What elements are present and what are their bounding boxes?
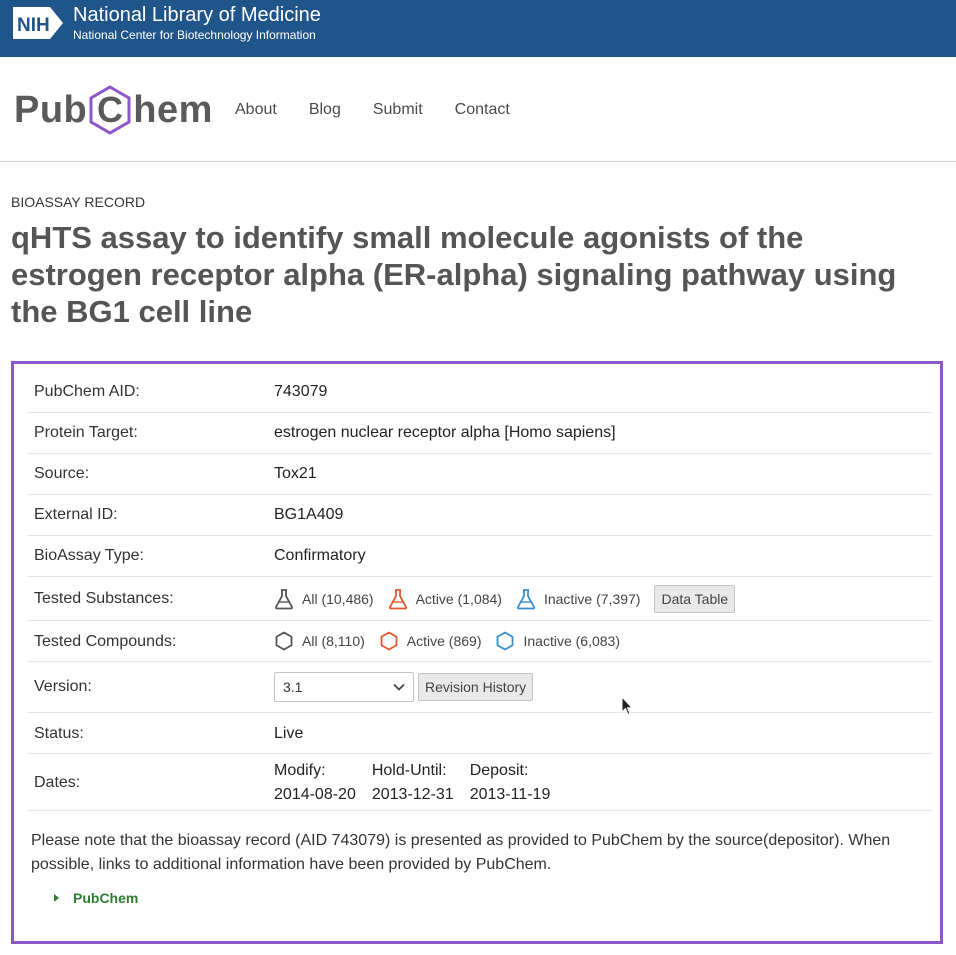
row-aid: PubChem AID: 743079 — [27, 372, 933, 413]
row-tested-substances: Tested Substances: All (10,486) Active (… — [27, 577, 933, 621]
date-deposit: Deposit: 2013-11-19 — [470, 759, 551, 807]
caret-right-icon — [54, 894, 59, 902]
nav-contact-link[interactable]: Contact — [455, 100, 510, 120]
row-bioassay-type: BioAssay Type: Confirmatory — [27, 536, 933, 577]
nav-blog-link[interactable]: Blog — [309, 100, 341, 120]
compounds-active-label: Active (869) — [406, 633, 482, 649]
row-status: Status: Live — [27, 713, 933, 754]
external-id-label: External ID: — [34, 506, 118, 523]
external-id-value: BG1A409 — [274, 506, 344, 523]
hexagon-active-icon — [380, 631, 398, 651]
hold-until-value: 2013-12-31 — [371, 786, 454, 803]
tested-substances-values: All (10,486) Active (1,084) Inactive (7,… — [274, 585, 736, 613]
pubchem-logo[interactable]: Pub C hem — [14, 83, 213, 137]
dates-label: Dates: — [34, 774, 81, 791]
tested-substances-label: Tested Substances: — [34, 590, 174, 607]
record-note: Please note that the bioassay record (AI… — [31, 832, 891, 873]
row-dates: Dates: Modify: 2014-08-20 Hold-Until: 20… — [27, 754, 933, 811]
main-nav: About Blog Submit Contact — [235, 100, 510, 120]
hold-until-label: Hold-Until: — [371, 762, 447, 779]
bioassay-type-value: Confirmatory — [274, 547, 366, 564]
version-selected: 3.1 — [283, 679, 303, 695]
hexagon-icon — [275, 631, 293, 651]
target-label: Protein Target: — [34, 424, 138, 441]
flask-inactive-icon — [516, 589, 535, 610]
row-protein-target: Protein Target: estrogen nuclear recepto… — [27, 413, 933, 454]
nih-logo-icon[interactable]: NIH — [12, 6, 64, 40]
date-hold-until: Hold-Until: 2013-12-31 — [372, 759, 454, 807]
summary-box: PubChem AID: 743079 Protein Target: estr… — [11, 361, 943, 944]
version-controls: 3.1 Revision History — [274, 672, 534, 702]
substances-all[interactable]: All (10,486) — [274, 588, 374, 610]
target-link[interactable]: estrogen nuclear receptor alpha [Homo sa… — [274, 424, 616, 442]
bioassay-type-label: BioAssay Type: — [34, 547, 144, 564]
status-label: Status: — [34, 725, 84, 742]
aid-label: PubChem AID: — [34, 383, 140, 400]
version-label: Version: — [34, 678, 92, 695]
aid-value: 743079 — [274, 383, 328, 400]
deposit-label: Deposit: — [469, 762, 529, 779]
nih-header: NIH National Library of Medicine Nationa… — [0, 0, 956, 57]
tested-compounds-values: All (8,110) Active (869) Inactive (6,083… — [274, 631, 634, 651]
substances-inactive-label: Inactive (7,397) — [543, 591, 641, 607]
compounds-active[interactable]: Active (869) — [379, 631, 482, 651]
data-table-button[interactable]: Data Table — [654, 585, 736, 613]
compounds-inactive[interactable]: Inactive (6,083) — [495, 631, 620, 651]
pubchem-logo-left: Pub — [14, 89, 88, 131]
record-kind: BIOASSAY RECORD — [11, 194, 146, 210]
pubchem-logo-right: hem — [133, 89, 213, 131]
source-label: Source: — [34, 465, 90, 482]
nav-about-link[interactable]: About — [235, 100, 277, 120]
tested-compounds-label: Tested Compounds: — [34, 633, 177, 650]
nih-subtitle[interactable]: National Center for Biotechnology Inform… — [73, 27, 316, 43]
hexagon-inactive-icon — [497, 631, 514, 651]
status-value: Live — [274, 725, 304, 742]
date-modify: Modify: 2014-08-20 — [274, 759, 356, 807]
flask-active-icon — [388, 589, 407, 610]
nih-title[interactable]: National Library of Medicine — [73, 3, 321, 27]
row-tested-compounds: Tested Compounds: All (8,110) Active (86… — [27, 621, 933, 662]
modify-value: 2014-08-20 — [274, 786, 356, 803]
nav-submit-link[interactable]: Submit — [373, 100, 423, 120]
chevron-down-icon — [393, 683, 405, 691]
pubchem-header: Pub C hem About Blog Submit Contact — [0, 57, 956, 162]
pubchem-disclosure-label: PubChem — [73, 890, 139, 906]
version-select[interactable]: 3.1 — [274, 672, 414, 702]
row-external-id: External ID: BG1A409 — [27, 495, 933, 536]
substances-inactive[interactable]: Inactive (7,397) — [516, 588, 641, 610]
substances-active-label: Active (1,084) — [415, 591, 502, 607]
dates-values: Modify: 2014-08-20 Hold-Until: 2013-12-3… — [274, 759, 550, 807]
pubchem-disclosure[interactable]: PubChem — [54, 890, 138, 906]
substances-all-label: All (10,486) — [302, 591, 374, 607]
revision-history-button[interactable]: Revision History — [418, 673, 534, 701]
nih-logo-text: NIH — [17, 15, 50, 36]
modify-label: Modify: — [274, 762, 326, 779]
flask-icon — [274, 589, 294, 610]
compounds-all[interactable]: All (8,110) — [274, 631, 365, 651]
row-source: Source: Tox21 — [27, 454, 933, 495]
substances-active[interactable]: Active (1,084) — [388, 588, 502, 610]
source-link[interactable]: Tox21 — [274, 465, 317, 483]
mouse-cursor-icon — [621, 696, 633, 716]
pubchem-hexagon-icon: C — [89, 85, 131, 135]
row-version: Version: 3.1 Revision History — [27, 662, 933, 713]
page-title: qHTS assay to identify small molecule ag… — [11, 220, 897, 329]
pubchem-logo-mid: C — [97, 89, 123, 130]
compounds-all-label: All (8,110) — [302, 633, 365, 649]
compounds-inactive-label: Inactive (6,083) — [523, 633, 620, 649]
deposit-value: 2013-11-19 — [469, 786, 551, 803]
